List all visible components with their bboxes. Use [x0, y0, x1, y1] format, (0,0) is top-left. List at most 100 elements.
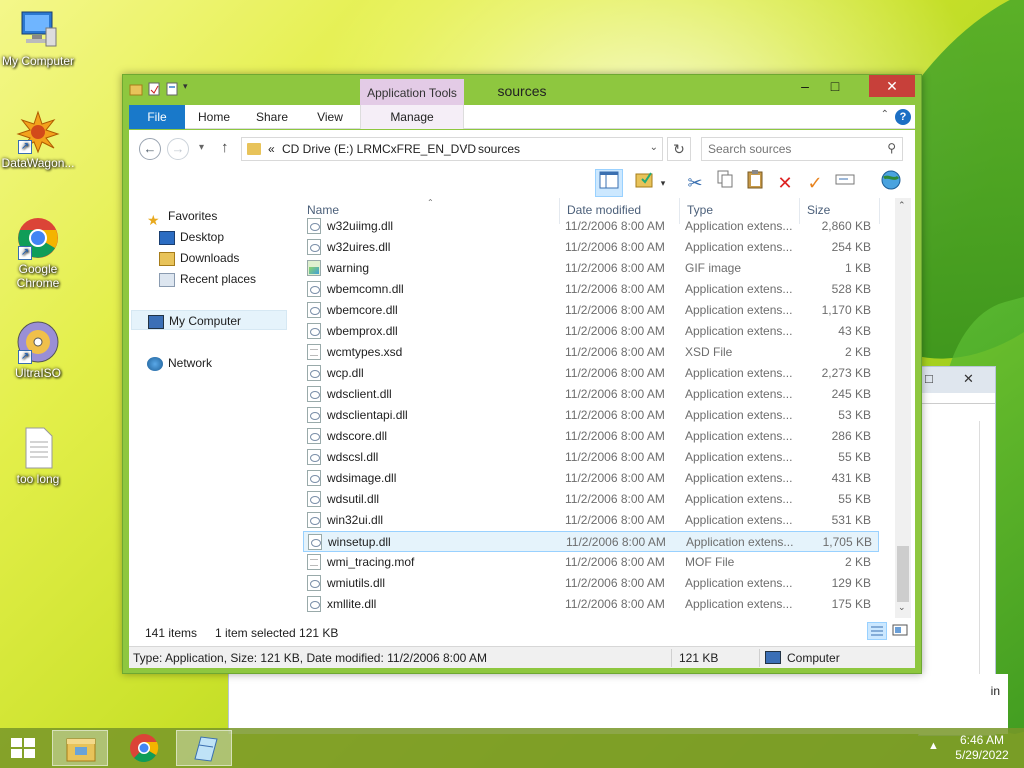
tab-file[interactable]: File: [129, 105, 185, 129]
rename-button[interactable]: [831, 169, 859, 197]
column-header-date[interactable]: Date modified: [567, 203, 641, 217]
file-name[interactable]: wcp.dll: [327, 366, 364, 380]
file-name[interactable]: wdscore.dll: [327, 429, 387, 443]
maximize-button[interactable]: □: [821, 75, 849, 97]
file-name[interactable]: wmi_tracing.mof: [327, 555, 414, 569]
file-row[interactable]: winsetup.dll 11/2/2006 8:00 AM Application…: [303, 531, 879, 552]
close-button[interactable]: ✕: [869, 75, 915, 97]
column-header-type[interactable]: Type: [687, 203, 713, 217]
breadcrumb-overflow[interactable]: «: [268, 142, 275, 156]
large-icons-view-button[interactable]: [891, 622, 911, 640]
nav-downloads[interactable]: Downloads: [159, 248, 239, 268]
tab-home[interactable]: Home: [189, 105, 239, 129]
file-name[interactable]: wdsutil.dll: [327, 492, 379, 506]
desktop-icon-my-computer[interactable]: My Computer: [0, 8, 76, 68]
file-list[interactable]: ⌃ Name Date modified Type Size w32uiimg.…: [301, 198, 911, 618]
folder-options-chevron-icon[interactable]: ▾: [655, 169, 671, 197]
taskbar-file-explorer[interactable]: [52, 730, 108, 766]
column-divider[interactable]: [879, 198, 880, 224]
column-header-name[interactable]: Name: [307, 203, 339, 217]
scroll-up-icon[interactable]: ⌃: [898, 200, 906, 211]
show-hidden-icons-icon[interactable]: ▲: [928, 740, 939, 752]
file-row[interactable]: wbemprox.dll 11/2/2006 8:00 AM Application…: [303, 321, 879, 342]
file-row[interactable]: wmi_tracing.mof 11/2/2006 8:00 AM MOF File…: [303, 552, 879, 573]
file-row[interactable]: wdsclient.dll 11/2/2006 8:00 AM Applicatio…: [303, 384, 879, 405]
explorer-window[interactable]: ▾ Application Tools sources ‒ □ ✕ File H…: [122, 74, 922, 674]
back-button[interactable]: ←: [139, 138, 161, 160]
file-name[interactable]: wdsclient.dll: [327, 387, 392, 401]
search-input[interactable]: [708, 141, 878, 157]
file-row[interactable]: wcmtypes.xsd 11/2/2006 8:00 AM XSD File 2 K…: [303, 342, 879, 363]
file-row[interactable]: wmiutils.dll 11/2/2006 8:00 AM Application…: [303, 573, 879, 594]
taskbar-app-window[interactable]: [176, 730, 232, 766]
file-row[interactable]: w32uires.dll 11/2/2006 8:00 AM Application…: [303, 237, 879, 258]
file-row[interactable]: w32uiimg.dll 11/2/2006 8:00 AM Application…: [303, 216, 879, 237]
search-box[interactable]: ⚲: [701, 137, 903, 161]
window-titlebar[interactable]: ▾ Application Tools sources ‒ □ ✕: [123, 75, 921, 105]
minimize-button[interactable]: ‒: [791, 75, 819, 97]
file-name[interactable]: wbemcomn.dll: [327, 282, 404, 296]
file-name[interactable]: wmiutils.dll: [327, 576, 385, 590]
breadcrumb-separator-icon[interactable]: ›: [464, 142, 467, 153]
desktop-icon-datawagon[interactable]: ↗ DataWagon...: [0, 110, 76, 170]
file-name[interactable]: wdsclientapi.dll: [327, 408, 408, 422]
file-name[interactable]: wbemcore.dll: [327, 303, 398, 317]
file-row[interactable]: wdsclientapi.dll 11/2/2006 8:00 AM Applica…: [303, 405, 879, 426]
breadcrumb-sources[interactable]: sources: [478, 142, 520, 156]
nav-my-computer[interactable]: My Computer: [131, 310, 287, 330]
scroll-down-icon[interactable]: ⌄: [898, 602, 906, 613]
help-icon[interactable]: ?: [895, 109, 911, 125]
preview-pane-button[interactable]: [595, 169, 623, 197]
maximize-icon[interactable]: □: [925, 371, 933, 386]
forward-button[interactable]: →: [167, 138, 189, 160]
file-name[interactable]: warning: [327, 261, 369, 275]
breadcrumb-drive[interactable]: CD Drive (E:) LRMCxFRE_EN_DVD: [282, 142, 476, 156]
file-name[interactable]: w32uiimg.dll: [327, 219, 393, 233]
start-button[interactable]: [6, 734, 40, 762]
delete-icon[interactable]: ✕: [771, 169, 799, 197]
details-view-button[interactable]: [867, 622, 887, 640]
refresh-button[interactable]: ↻: [667, 137, 691, 161]
nav-network[interactable]: Network: [147, 353, 212, 373]
nav-recent-places[interactable]: Recent places: [159, 269, 256, 289]
address-bar[interactable]: « CD Drive (E:) LRMCxFRE_EN_DVD › source…: [241, 137, 663, 161]
vertical-scrollbar[interactable]: ⌃ ⌄: [895, 198, 911, 618]
file-row[interactable]: wbemcore.dll 11/2/2006 8:00 AM Application…: [303, 300, 879, 321]
file-row[interactable]: wcp.dll 11/2/2006 8:00 AM Application exte…: [303, 363, 879, 384]
desktop-icon-google-chrome[interactable]: ↗ Google Chrome: [0, 216, 76, 290]
tab-manage[interactable]: Manage: [360, 105, 464, 129]
file-name[interactable]: wcmtypes.xsd: [327, 345, 402, 359]
up-button[interactable]: ↑: [221, 139, 229, 156]
select-check-icon[interactable]: ✓: [801, 169, 829, 197]
file-row[interactable]: xmllite.dll 11/2/2006 8:00 AM Application …: [303, 594, 879, 615]
globe-button[interactable]: [877, 169, 905, 197]
file-row[interactable]: wdsimage.dll 11/2/2006 8:00 AM Application…: [303, 468, 879, 489]
scrollbar-thumb[interactable]: [897, 546, 909, 602]
nav-desktop[interactable]: Desktop: [159, 227, 224, 247]
file-row[interactable]: wdscore.dll 11/2/2006 8:00 AM Application …: [303, 426, 879, 447]
file-name[interactable]: wbemprox.dll: [327, 324, 398, 338]
file-row[interactable]: win32ui.dll 11/2/2006 8:00 AM Application …: [303, 510, 879, 531]
file-name[interactable]: w32uires.dll: [327, 240, 390, 254]
taskbar-chrome[interactable]: [116, 730, 172, 766]
file-name[interactable]: wdsimage.dll: [327, 471, 396, 485]
nav-favorites[interactable]: ★ Favorites: [147, 206, 217, 228]
file-row[interactable]: warning 11/2/2006 8:00 AM GIF image 1 KB: [303, 258, 879, 279]
cut-icon[interactable]: ✂: [681, 169, 709, 197]
copy-button[interactable]: [711, 169, 739, 197]
file-row[interactable]: wbemcomn.dll 11/2/2006 8:00 AM Application…: [303, 279, 879, 300]
background-window-titlebar[interactable]: □ ✕: [919, 367, 995, 393]
system-clock[interactable]: 6:46 AM 5/29/2022: [944, 733, 1020, 763]
close-icon[interactable]: ✕: [963, 371, 974, 387]
file-name[interactable]: winsetup.dll: [328, 535, 391, 549]
file-name[interactable]: win32ui.dll: [327, 513, 383, 527]
tab-share[interactable]: Share: [247, 105, 297, 129]
file-name[interactable]: wdscsl.dll: [327, 450, 378, 464]
address-dropdown-icon[interactable]: ⌄: [650, 142, 658, 153]
file-row[interactable]: wdsutil.dll 11/2/2006 8:00 AM Application …: [303, 489, 879, 510]
tab-view[interactable]: View: [305, 105, 355, 129]
file-name[interactable]: xmllite.dll: [327, 597, 376, 611]
desktop-icon-ultraiso[interactable]: ↗ UltraISO: [0, 320, 76, 380]
recent-locations-chevron-icon[interactable]: ▾: [199, 142, 204, 153]
expand-ribbon-icon[interactable]: ⌃: [881, 109, 889, 120]
